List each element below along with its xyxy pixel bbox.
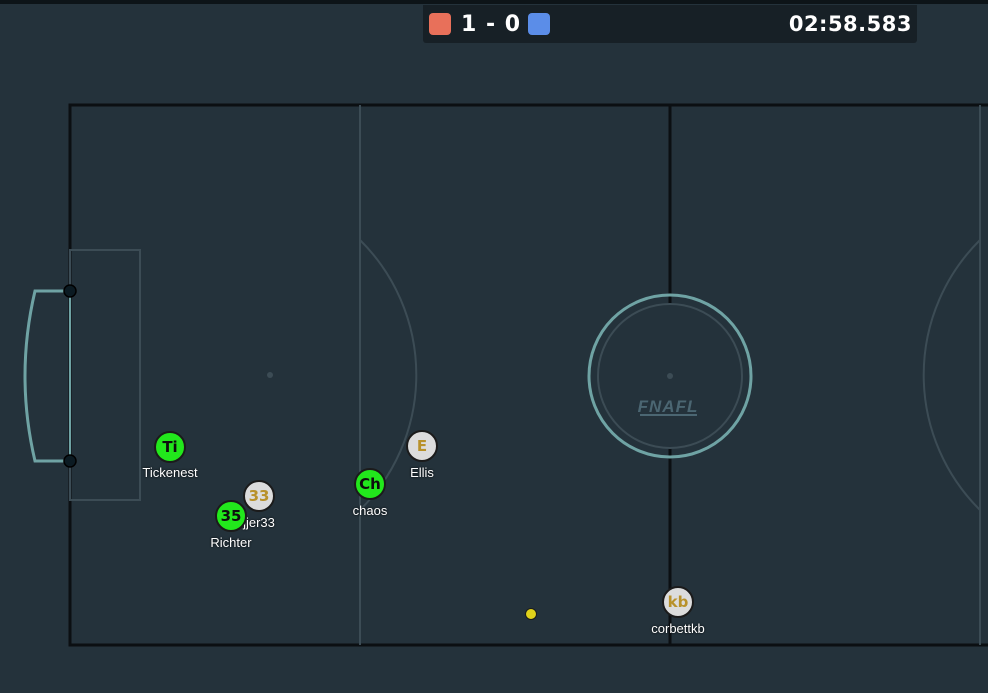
ball	[525, 608, 537, 620]
player-name-corbettkb: corbettkb	[651, 621, 705, 636]
pitch: FNAFL	[23, 103, 988, 647]
player-disc-ellis: E	[406, 430, 438, 462]
player-disc-corbettkb: kb	[662, 586, 694, 618]
blue-team-icon	[528, 13, 550, 35]
field-boundary	[68, 103, 988, 647]
score: 1 - 0	[461, 12, 522, 37]
player-name-ellis: Ellis	[410, 465, 434, 480]
zone-arc-right	[922, 239, 981, 511]
center-spot	[667, 373, 673, 379]
penalty-spot	[267, 372, 273, 378]
player-name-richter: Richter	[210, 535, 252, 550]
player-disc-tickenest: Ti	[154, 431, 186, 463]
player-disc-jjer33: 33	[243, 480, 275, 512]
player-disc-richter: 35	[215, 500, 247, 532]
player-name-tickenest: Tickenest	[142, 465, 198, 480]
red-team-icon	[429, 13, 451, 35]
goal-post-top	[63, 284, 77, 298]
match-clock: 02:58.583	[788, 12, 912, 36]
goal-post-bottom	[63, 454, 77, 468]
field-watermark: FNAFL	[638, 397, 699, 416]
scoreboard: 1 - 0 02:58.583	[423, 5, 917, 43]
player-name-jjer33: jjer33	[243, 515, 275, 530]
player-name-chaos: chaos	[352, 503, 388, 518]
goal-net	[23, 289, 70, 463]
goal-box	[69, 249, 141, 501]
player-disc-chaos: Ch	[354, 468, 386, 500]
